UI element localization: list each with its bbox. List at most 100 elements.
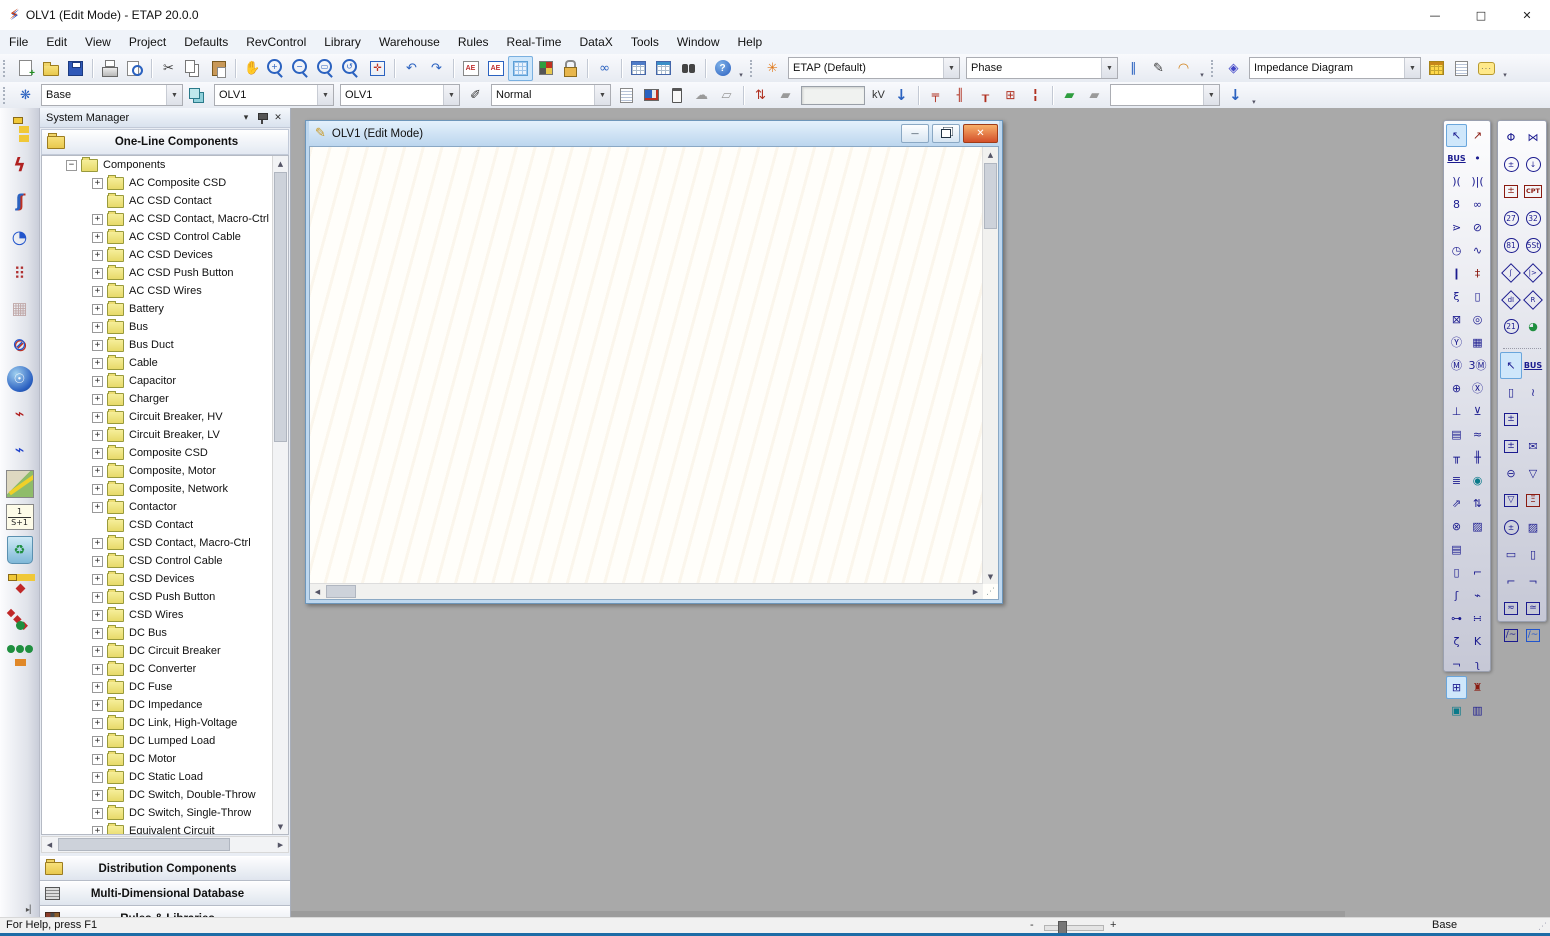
minimize-button[interactable]: — bbox=[1412, 0, 1458, 30]
toolbar-overflow-icon[interactable] bbox=[735, 58, 747, 79]
tree-expander-icon[interactable]: + bbox=[92, 790, 103, 801]
tree-expander-icon[interactable]: + bbox=[92, 664, 103, 675]
synchronous-machine-tool-icon[interactable]: ◷ bbox=[1446, 239, 1467, 262]
tree-item-components[interactable]: −Components bbox=[42, 156, 273, 174]
tree-expander-icon[interactable]: + bbox=[92, 736, 103, 747]
menu-view[interactable]: View bbox=[76, 35, 120, 49]
paste-icon[interactable] bbox=[206, 56, 231, 81]
tree-item-ac-csd-wires[interactable]: +AC CSD Wires bbox=[42, 282, 273, 300]
close-button[interactable]: ✕ bbox=[1504, 0, 1550, 30]
transformer-3w-tool-icon[interactable]: 8 bbox=[1446, 193, 1467, 216]
align-nodes-icon[interactable]: ┰ bbox=[973, 83, 998, 108]
zoom-out-icon[interactable] bbox=[290, 56, 315, 81]
tree-item-equivalent-circuit[interactable]: +Equivalent Circuit bbox=[42, 822, 273, 834]
gis-map-icon[interactable] bbox=[6, 470, 34, 498]
eraser-icon[interactable]: ▰ bbox=[773, 83, 798, 108]
tree-expander-icon[interactable]: + bbox=[92, 232, 103, 243]
scrollbar-thumb[interactable] bbox=[58, 838, 230, 851]
tcc-curves-icon[interactable]: ʃ bbox=[5, 186, 35, 216]
maximize-button[interactable]: □ bbox=[1458, 0, 1504, 30]
relay-5st-tool-icon[interactable]: 5St bbox=[1522, 232, 1544, 259]
zoom-slider-track[interactable] bbox=[1044, 925, 1104, 931]
transmission-line-tool-icon[interactable]: ‡ bbox=[1467, 262, 1488, 285]
section-button-multi-dimensional-database[interactable]: Multi-Dimensional Database bbox=[40, 881, 290, 906]
zoom-in-icon[interactable] bbox=[265, 56, 290, 81]
tree-item-circuit-breaker-lv[interactable]: +Circuit Breaker, LV bbox=[42, 426, 273, 444]
scroll-left-icon[interactable] bbox=[310, 584, 325, 599]
child-minimize-button[interactable] bbox=[901, 124, 929, 143]
grounded-source-tool-icon[interactable]: ⊕ bbox=[1446, 377, 1467, 400]
bus-tool-icon[interactable]: BUS bbox=[1446, 147, 1467, 170]
relay-81-tool-icon[interactable]: 81 bbox=[1500, 232, 1522, 259]
tree-expander-icon[interactable]: + bbox=[92, 358, 103, 369]
left-toolbar-overflow-icon[interactable] bbox=[26, 905, 36, 914]
multi-node-tool-icon[interactable]: ╫ bbox=[1467, 446, 1488, 469]
tree-expander-icon[interactable]: + bbox=[92, 682, 103, 693]
relay-overcurrent-tool-icon[interactable]: |> bbox=[1522, 259, 1544, 286]
tree-item-dc-impedance[interactable]: +DC Impedance bbox=[42, 696, 273, 714]
chevron-down-icon[interactable] bbox=[238, 111, 254, 125]
print-icon[interactable] bbox=[97, 56, 122, 81]
ground-rod-tool-icon[interactable]: ⊻ bbox=[1467, 400, 1488, 423]
disconnect-switch-tool-icon[interactable]: ⌐ bbox=[1467, 561, 1488, 584]
scroll-left-icon[interactable] bbox=[42, 837, 57, 852]
tree-item-dc-circuit-breaker[interactable]: +DC Circuit Breaker bbox=[42, 642, 273, 660]
relay-27-tool-icon[interactable]: 27 bbox=[1500, 205, 1522, 232]
tree-expander-icon[interactable]: + bbox=[92, 268, 103, 279]
menu-edit[interactable]: Edit bbox=[37, 35, 76, 49]
pan-icon[interactable]: ✋ bbox=[240, 56, 265, 81]
dc-static-load-tool-icon[interactable]: ▨ bbox=[1522, 514, 1544, 541]
inverter-tool-icon[interactable]: ▦ bbox=[1467, 331, 1488, 354]
converter-uni-tool-icon[interactable]: /~ bbox=[1500, 622, 1522, 649]
apply-element-icon[interactable]: ↓ bbox=[1223, 83, 1248, 108]
cable-feeder-tool-icon[interactable]: ≈ bbox=[1467, 423, 1488, 446]
scroll-down-icon[interactable] bbox=[273, 819, 288, 834]
schedule-view-icon[interactable] bbox=[639, 83, 664, 108]
toolbar-grip[interactable] bbox=[3, 87, 9, 104]
tree-item-circuit-breaker-hv[interactable]: +Circuit Breaker, HV bbox=[42, 408, 273, 426]
tree-expander-icon[interactable]: + bbox=[92, 484, 103, 495]
zoom-window-icon[interactable] bbox=[315, 56, 340, 81]
inverter-dc-ac-tool-icon[interactable]: ≂ bbox=[1500, 595, 1522, 622]
relay-down-tool-icon[interactable]: ↓ bbox=[1522, 151, 1544, 178]
one-line-components-header[interactable]: One-Line Components bbox=[41, 129, 289, 155]
tree-horizontal-scrollbar[interactable] bbox=[41, 836, 289, 853]
tree-item-contactor[interactable]: +Contactor bbox=[42, 498, 273, 516]
one-line-presentations-icon[interactable] bbox=[5, 114, 35, 144]
datablock-edit-icon[interactable] bbox=[651, 56, 676, 81]
menu-rules[interactable]: Rules bbox=[449, 35, 498, 49]
tree-expander-icon[interactable]: + bbox=[92, 304, 103, 315]
star-coordination-icon[interactable]: ϟ bbox=[5, 150, 35, 180]
ac-control-diagram-icon[interactable]: ⌁ bbox=[5, 398, 35, 428]
menu-window[interactable]: Window bbox=[668, 35, 729, 49]
tree-item-dc-bus[interactable]: +DC Bus bbox=[42, 624, 273, 642]
cable-pulling-icon[interactable]: ⊘ bbox=[5, 330, 35, 360]
protection-lock-icon[interactable] bbox=[558, 56, 583, 81]
tree-item-dc-lumped-load[interactable]: +DC Lumped Load bbox=[42, 732, 273, 750]
menu-defaults[interactable]: Defaults bbox=[175, 35, 237, 49]
dc-switch-b-tool-icon[interactable]: ¬ bbox=[1522, 568, 1544, 595]
view-select[interactable]: OLV1▼ bbox=[340, 84, 460, 106]
grid-display-icon[interactable] bbox=[508, 56, 533, 81]
fault-tree-icon[interactable] bbox=[5, 570, 35, 600]
filter-tool-icon[interactable]: ⊗ bbox=[1446, 515, 1467, 538]
toolbar-overflow-icon[interactable] bbox=[1196, 58, 1208, 79]
child-close-button[interactable] bbox=[963, 124, 998, 143]
scrollbar-thumb[interactable] bbox=[274, 172, 287, 442]
scroll-up-icon[interactable] bbox=[273, 156, 288, 171]
tree-item-dc-switch-double-throw[interactable]: +DC Switch, Double-Throw bbox=[42, 786, 273, 804]
relay-21-tool-icon[interactable]: 21 bbox=[1500, 313, 1522, 340]
config-select-arrow-icon[interactable]: ▼ bbox=[166, 85, 182, 105]
phasor-scope-icon[interactable]: ◔ bbox=[5, 222, 35, 252]
hyperlink-icon[interactable]: ∞ bbox=[592, 56, 617, 81]
new-project-icon[interactable] bbox=[13, 56, 38, 81]
transformer-2w-tool-icon[interactable]: )( bbox=[1446, 170, 1467, 193]
resize-grip-icon[interactable] bbox=[986, 587, 996, 597]
tree-item-dc-switch-single-throw[interactable]: +DC Switch, Single-Throw bbox=[42, 804, 273, 822]
menu-tools[interactable]: Tools bbox=[622, 35, 668, 49]
datablock-yellow-icon[interactable] bbox=[1424, 56, 1449, 81]
dc-ground-tool-icon[interactable]: ▽ bbox=[1522, 460, 1544, 487]
align-vertical-icon[interactable]: ╏ bbox=[1023, 83, 1048, 108]
tree-expander-icon[interactable]: + bbox=[92, 448, 103, 459]
tree-item-composite-motor[interactable]: +Composite, Motor bbox=[42, 462, 273, 480]
